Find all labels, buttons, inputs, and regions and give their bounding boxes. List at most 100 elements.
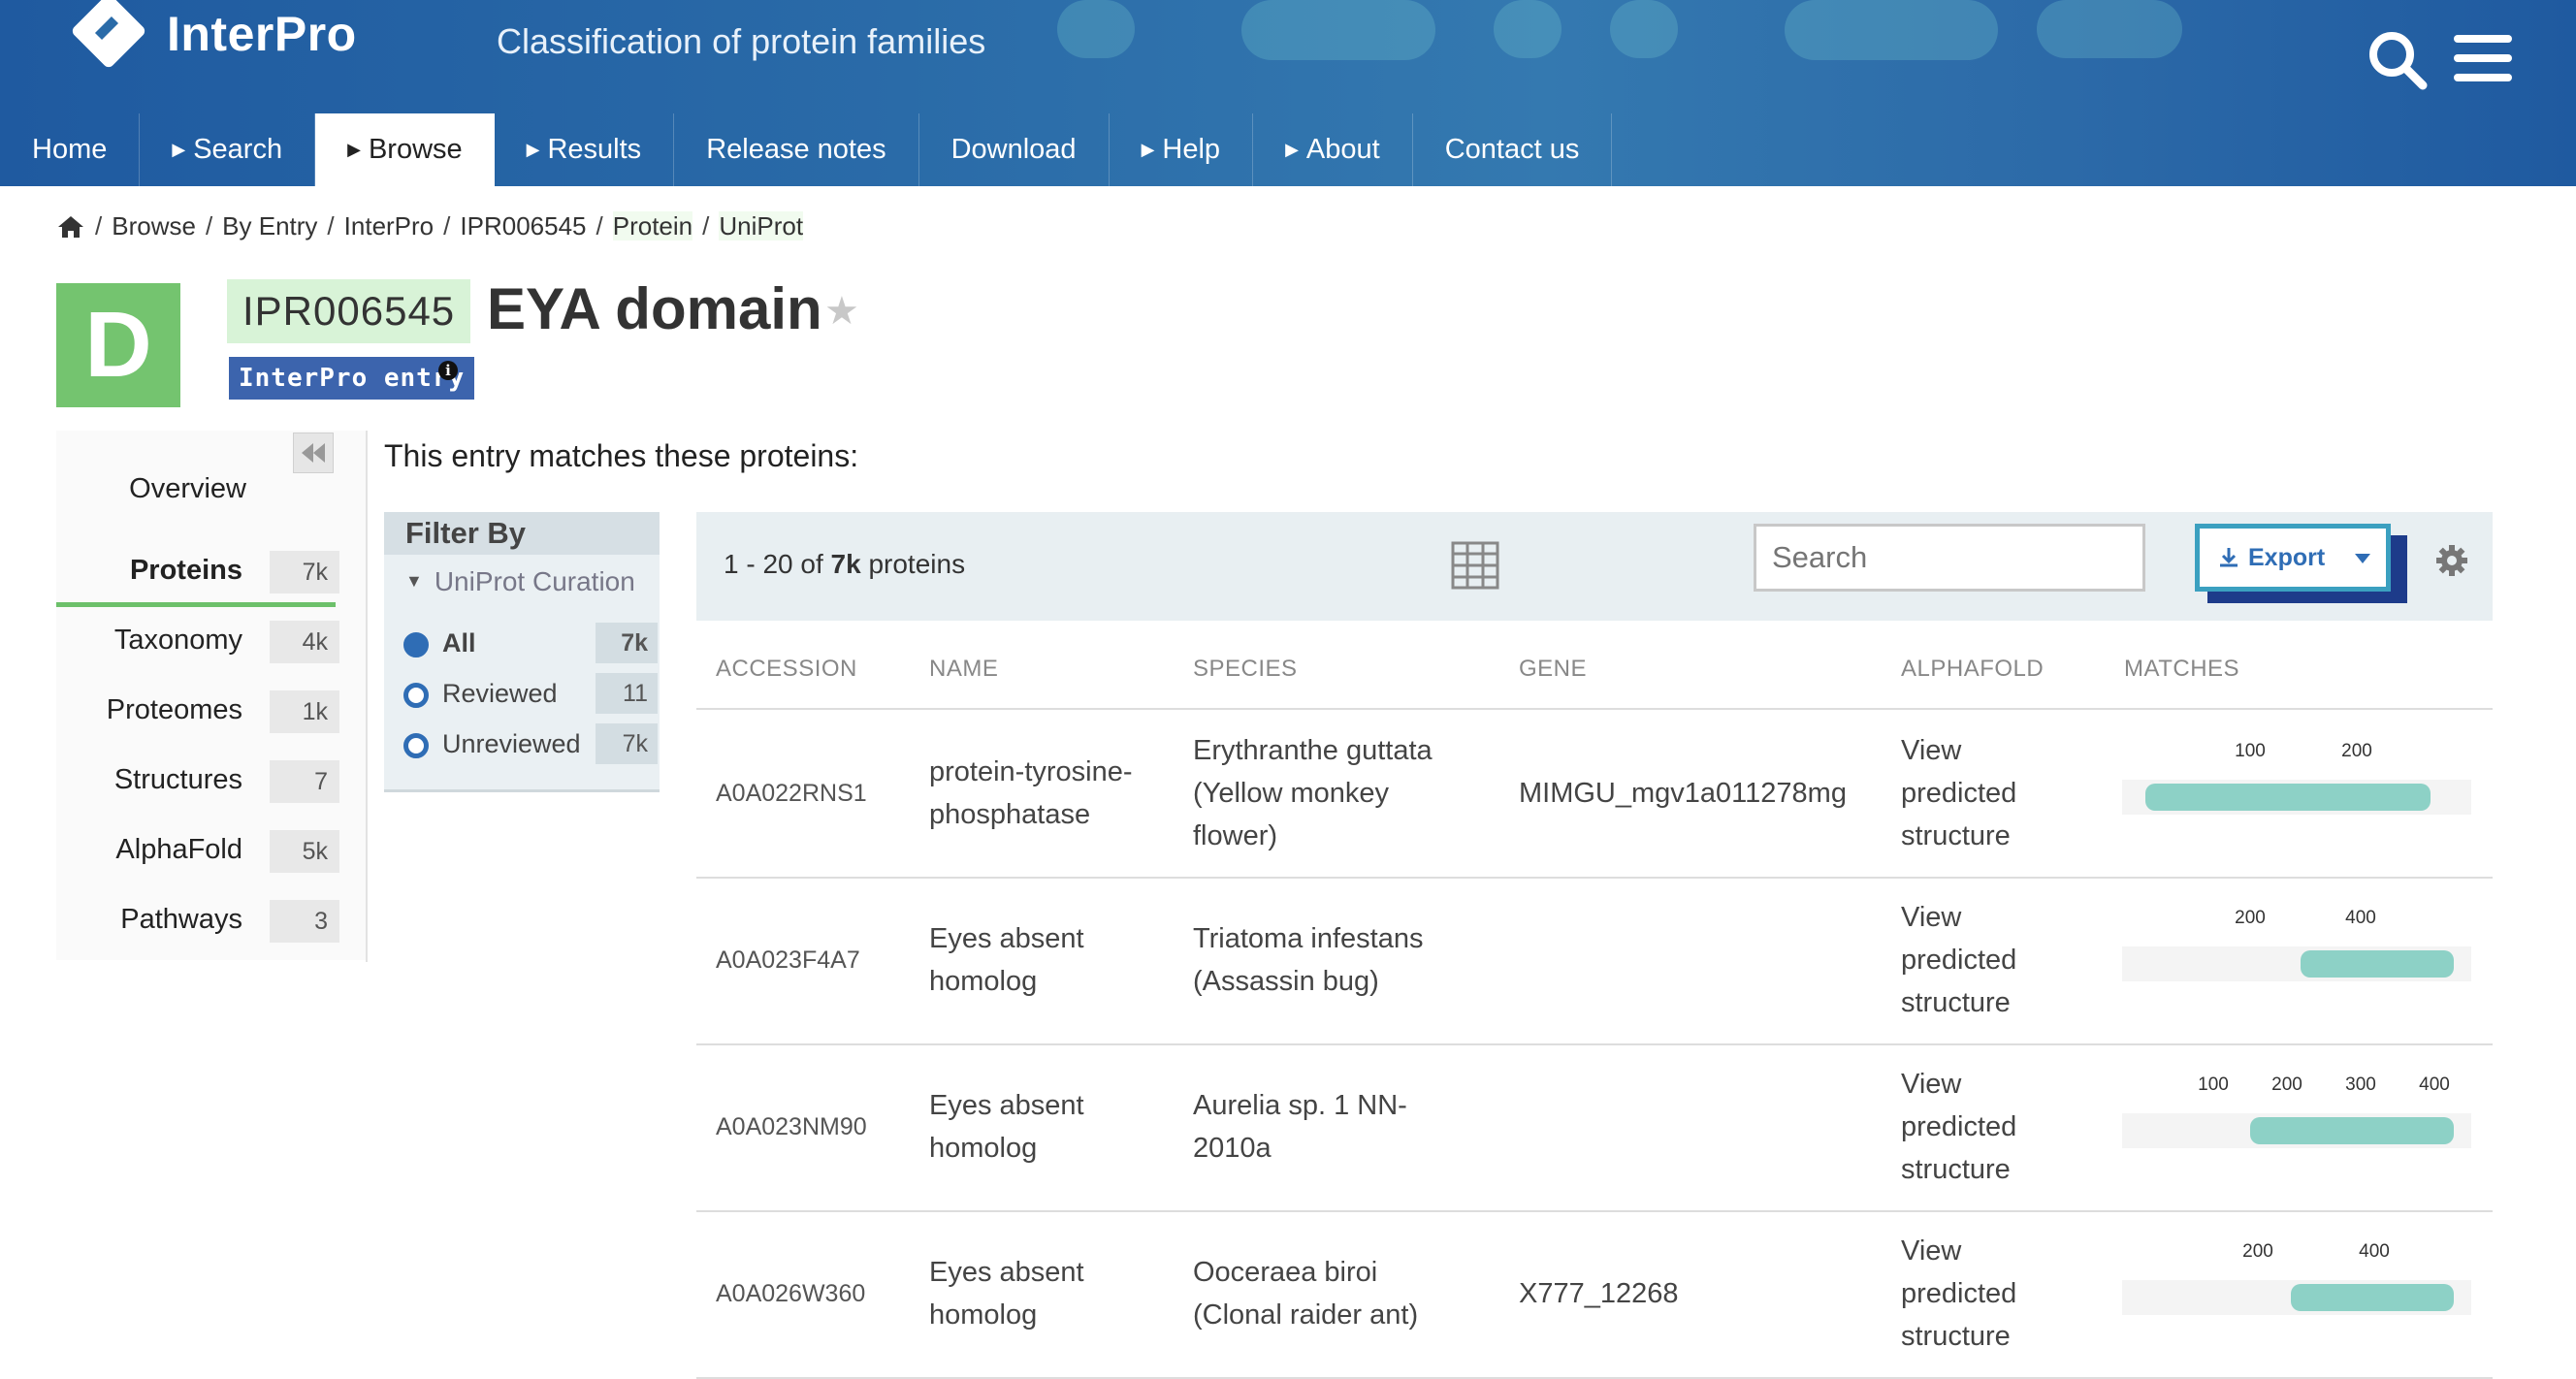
nav-item-about[interactable]: ▶ About (1253, 113, 1413, 186)
match-track[interactable]: 100 200 (2122, 733, 2471, 815)
breadcrumb-link[interactable]: IPR006545 (460, 211, 586, 241)
side-menu-item-structures[interactable]: Structures 7 (56, 753, 339, 811)
grid-view-icon[interactable] (1451, 541, 1499, 590)
side-menu-item-taxonomy[interactable]: Taxonomy 4k (56, 613, 339, 671)
favourite-star-icon[interactable]: ★ (824, 289, 859, 334)
breadcrumb: / Browse / By Entry / InterPro / IPR006545 / Prot… (56, 211, 804, 241)
settings-gear-icon[interactable] (2434, 543, 2469, 578)
side-menu-item-proteins[interactable]: Proteins 7k (56, 543, 339, 601)
species-link[interactable]: Triatoma infestans (Assassin bug) (1193, 917, 1423, 1003)
match-bar[interactable] (2145, 784, 2431, 811)
filter-option-all[interactable]: All 7k (403, 621, 658, 665)
caret-down-icon: ▼ (405, 571, 423, 591)
match-track[interactable]: 100 200 300 400 (2122, 1067, 2471, 1148)
nav-item-contact-us[interactable]: Contact us (1413, 113, 1613, 186)
download-icon (2220, 548, 2238, 567)
side-menu-count: 7 (270, 760, 339, 803)
column-header-name[interactable]: NAME (929, 656, 998, 683)
nav-item-search[interactable]: ▶ Search (140, 113, 316, 186)
interpro-logo-icon[interactable] (70, 0, 147, 78)
alphafold-line: structure (1901, 820, 2011, 851)
breadcrumb-link[interactable]: Protein (612, 211, 693, 241)
nav-item-browse[interactable]: ▶ Browse (315, 113, 495, 186)
site-header: InterPro Classification of protein famil… (0, 0, 2576, 186)
protein-name[interactable]: Eyes absent homolog (929, 917, 1084, 1003)
home-icon[interactable] (56, 214, 85, 240)
results-range: 1 - 20 of (724, 549, 831, 579)
radio-button[interactable] (403, 632, 429, 657)
side-menu-item-alphafold[interactable]: AlphaFold 5k (56, 822, 339, 881)
info-icon[interactable]: i (438, 361, 458, 380)
side-menu-label: Proteomes (106, 694, 242, 725)
accession-link[interactable]: A0A023F4A7 (716, 939, 860, 981)
breadcrumb-link[interactable]: Browse (112, 211, 196, 241)
alphafold-line: View (1901, 902, 1962, 933)
alphafold-link[interactable]: View predicted structure (1901, 729, 2016, 857)
alphafold-line: structure (1901, 1321, 2011, 1352)
match-tick-label: 300 (2345, 1074, 2376, 1095)
site-tagline: Classification of protein families (497, 21, 986, 61)
search-icon[interactable] (2367, 29, 2429, 91)
species-link[interactable]: Erythranthe guttata (Yellow monkey flower) (1193, 729, 1433, 857)
nav-item-help[interactable]: ▶ Help (1110, 113, 1254, 186)
match-tick-label: 400 (2419, 1074, 2450, 1095)
nav-item-download[interactable]: Download (919, 113, 1110, 186)
gene-name: MIMGU_mgv1a011278mg (1519, 778, 1847, 809)
match-track[interactable]: 200 400 (2122, 900, 2471, 981)
species-link[interactable]: Ooceraea biroi (Clonal raider ant) (1193, 1251, 1418, 1336)
nav-label: Contact us (1444, 134, 1580, 165)
column-header-matches[interactable]: MATCHES (2124, 656, 2239, 683)
alphafold-link[interactable]: View predicted structure (1901, 1230, 2016, 1358)
filter-section-toggle[interactable]: ▼ UniProt Curation (405, 566, 660, 597)
filter-section-label: UniProt Curation (434, 566, 635, 596)
match-track[interactable]: 200 400 (2122, 1234, 2471, 1315)
export-button[interactable]: Export (2195, 524, 2391, 592)
column-header-accession[interactable]: ACCESSION (716, 656, 857, 683)
nav-item-home[interactable]: Home (0, 113, 141, 186)
results-total: 7k (830, 549, 861, 579)
nav-item-results[interactable]: ▶ Results (495, 113, 675, 186)
logo-text[interactable]: InterPro (167, 6, 357, 62)
alphafold-link[interactable]: View predicted structure (1901, 1063, 2016, 1191)
column-header-alphafold[interactable]: ALPHAFOLD (1901, 656, 2044, 683)
protein-name[interactable]: Eyes absent homolog (929, 1084, 1084, 1170)
accession-link[interactable]: A0A022RNS1 (716, 772, 867, 815)
species-line: Ooceraea biroi (1193, 1257, 1378, 1288)
breadcrumb-separator: / (443, 211, 451, 241)
alphafold-line: View (1901, 1235, 1962, 1267)
match-tick-label: 100 (2198, 1074, 2229, 1095)
side-divider (366, 431, 368, 962)
nav-item-release-notes[interactable]: Release notes (674, 113, 919, 186)
filter-option-reviewed[interactable]: Reviewed 11 (403, 671, 658, 716)
breadcrumb-link[interactable]: InterPro (344, 211, 435, 241)
match-bar[interactable] (2250, 1117, 2454, 1144)
alphafold-line: predicted (1901, 1111, 2017, 1142)
radio-button[interactable] (403, 683, 429, 708)
radio-button[interactable] (403, 733, 429, 758)
filter-option-count: 7k (596, 623, 658, 663)
accession-link[interactable]: A0A023NM90 (716, 1106, 867, 1148)
side-menu-item-overview[interactable]: Overview (56, 462, 339, 520)
match-bar[interactable] (2291, 1284, 2454, 1311)
alphafold-line: structure (1901, 1154, 2011, 1185)
match-bar[interactable] (2301, 950, 2454, 978)
breadcrumb-link[interactable]: By Entry (222, 211, 317, 241)
filter-option-unreviewed[interactable]: Unreviewed 7k (403, 722, 658, 766)
side-menu-item-pathways[interactable]: Pathways 3 (56, 892, 339, 950)
hamburger-menu-icon[interactable] (2454, 35, 2512, 81)
accession-link[interactable]: A0A026W360 (716, 1272, 865, 1315)
table-search-input[interactable] (1754, 524, 2145, 592)
column-header-gene[interactable]: GENE (1519, 656, 1587, 683)
species-link[interactable]: Aurelia sp. 1 NN- 2010a (1193, 1084, 1407, 1170)
alphafold-line: predicted (1901, 778, 2017, 809)
alphafold-link[interactable]: View predicted structure (1901, 896, 2016, 1024)
protein-name[interactable]: Eyes absent homolog (929, 1251, 1084, 1336)
protein-name[interactable]: protein-tyrosine-phosphatase (929, 751, 1133, 836)
side-menu-label: Proteins (129, 555, 242, 586)
breadcrumb-link[interactable]: UniProt (719, 211, 804, 241)
column-header-species[interactable]: SPECIES (1193, 656, 1298, 683)
breadcrumb-separator: / (596, 211, 603, 241)
match-tick-label: 100 (2235, 741, 2266, 761)
side-menu-label: Structures (113, 764, 242, 795)
side-menu-item-proteomes[interactable]: Proteomes 1k (56, 683, 339, 741)
